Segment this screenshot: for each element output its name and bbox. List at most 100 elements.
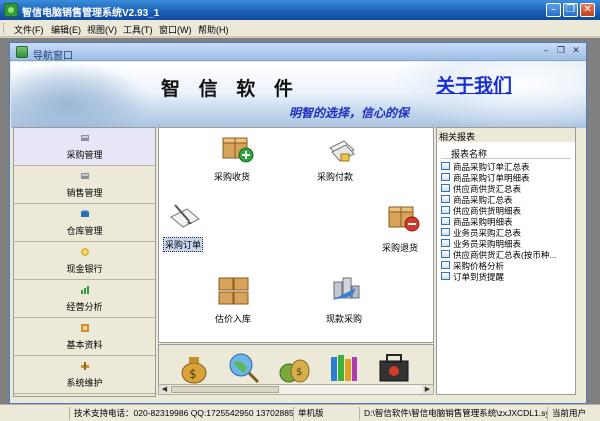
report-item[interactable]: 供应商供货汇总表 (441, 183, 575, 194)
money-bags-icon[interactable]: $ (277, 351, 311, 385)
navigation-window-icon (16, 46, 28, 58)
tile-label: 采购付款 (317, 172, 354, 182)
nav-item-maintenance[interactable]: 系统维护 (14, 356, 155, 394)
app-icon[interactable] (4, 3, 18, 17)
search-map-icon[interactable] (227, 351, 261, 385)
about-us-link[interactable]: 关于我们 (436, 71, 512, 98)
box-return-icon (388, 206, 420, 232)
nav-item-label: 经营分析 (66, 302, 103, 312)
child-restore-button[interactable]: ❐ (555, 46, 567, 58)
module-nav: 采购管理 销售管理 仓库管理 现金银行 经营分析 基本资料 系统维护 (13, 127, 156, 397)
report-item[interactable]: 业务员采购明细表 (441, 238, 575, 249)
report-item[interactable]: 业务员采购汇总表 (441, 227, 575, 238)
report-item[interactable]: 采购价格分析 (441, 260, 575, 271)
close-button[interactable]: ✕ (580, 3, 595, 17)
menu-help[interactable]: 帮助(H) (198, 23, 229, 36)
reports-column-header[interactable]: 报表名称 (441, 147, 571, 159)
scroll-left-icon[interactable]: ◀ (159, 385, 170, 394)
nav-item-purchase[interactable]: 采购管理 (14, 128, 155, 166)
menu-bar: 文件(F) 编辑(E) 视图(V) 工具(T) 窗口(W) 帮助(H) (0, 20, 600, 37)
payment-icon (329, 140, 355, 162)
tile-label: 采购退货 (382, 243, 419, 253)
nav-item-sales[interactable]: 销售管理 (14, 166, 155, 204)
nav-item-warehouse[interactable]: 仓库管理 (14, 204, 155, 242)
status-empty-cell (0, 407, 70, 420)
nav-item-basic-data[interactable]: 基本资料 (14, 318, 155, 356)
maintenance-icon (81, 362, 89, 370)
status-mode: 单机版 (296, 407, 360, 420)
stock-in-icon (218, 277, 249, 305)
books-icon[interactable] (327, 351, 361, 385)
svg-text:$: $ (189, 367, 197, 381)
status-bar: 技术支持电话：020-82319986 QQ:1725542950 137028… (0, 404, 600, 421)
status-support: 技术支持电话：020-82319986 QQ:1725542950 137028… (74, 407, 294, 420)
nav-item-label: 仓库管理 (66, 226, 103, 236)
report-item[interactable]: 商品采购汇总表 (441, 194, 575, 205)
toolbox-icon[interactable] (377, 351, 411, 385)
report-icon (441, 184, 450, 192)
svg-text:$: $ (296, 367, 302, 378)
navigation-window-title: 导航窗口 (33, 51, 73, 62)
tile-estimate-stock-in[interactable]: 估价入库 (211, 276, 261, 328)
minimize-button[interactable]: – (546, 3, 561, 17)
tile-label: 采购收货 (214, 172, 251, 182)
menu-edit[interactable]: 编辑(E) (51, 23, 81, 36)
warehouse-icon (81, 210, 89, 217)
menu-tools[interactable]: 工具(T) (123, 23, 153, 36)
report-icon (441, 206, 450, 214)
order-icon (170, 204, 200, 228)
tile-purchase-payment[interactable]: 采购付款 (317, 134, 367, 186)
brand-name: 智 信 软 件 (161, 78, 299, 100)
status-user: 当前用户 (552, 408, 587, 418)
navigation-window-titlebar: 导航窗口 – ❐ ✕ (10, 43, 586, 62)
child-close-button[interactable]: ✕ (570, 46, 582, 58)
nav-item-label: 现金银行 (66, 264, 103, 274)
scroll-right-icon[interactable]: ▶ (422, 385, 433, 394)
status-path: D:\智信软件\智信电脑销售管理系统\zxJXCDL1.sys (364, 407, 548, 420)
report-item[interactable]: 供应商供货明细表 (441, 205, 575, 216)
data-icon (81, 324, 89, 332)
cart-icon (81, 135, 89, 141)
report-item[interactable]: 供应商供货汇总表(按币种... (441, 249, 575, 260)
reports-panel-title: 相关报表 (437, 128, 575, 142)
analysis-icon (81, 286, 89, 294)
menu-grip (3, 23, 6, 34)
menu-window[interactable]: 窗口(W) (159, 23, 192, 36)
report-icon (441, 217, 450, 225)
money-bag-icon[interactable]: $ (177, 351, 211, 385)
bank-icon (81, 248, 89, 256)
sales-icon (81, 173, 89, 179)
box-add-icon (222, 137, 254, 163)
restore-button[interactable]: ❐ (563, 3, 578, 17)
menu-file[interactable]: 文件(F) (14, 23, 44, 36)
report-icon (441, 228, 450, 236)
report-icon (441, 261, 450, 269)
report-icon (441, 173, 450, 181)
tile-cash-purchase[interactable]: 现款采购 (324, 274, 374, 326)
scroll-thumb[interactable] (171, 386, 279, 393)
tile-purchase-order[interactable]: 采购订单 (163, 203, 211, 252)
report-item[interactable]: 商品采购明细表 (441, 216, 575, 227)
tile-label: 估价入库 (215, 314, 252, 324)
child-minimize-button[interactable]: – (540, 46, 552, 58)
related-reports-panel: 相关报表 报表名称 商品采购订单汇总表 商品采购订单明细表 供应商供货汇总表 商… (436, 127, 576, 395)
banner: 智 信 软 件 关于我们 明智的选择，信心的保 (11, 62, 586, 128)
nav-item-analysis[interactable]: 经营分析 (14, 280, 155, 318)
tile-purchase-return[interactable]: 采购退货 (382, 203, 432, 255)
report-icon (441, 195, 450, 203)
tile-label: 现款采购 (326, 314, 363, 324)
slogan: 明智的选择，信心的保 (289, 106, 410, 120)
report-item[interactable]: 商品采购订单汇总表 (441, 161, 575, 172)
nav-item-bank[interactable]: 现金银行 (14, 242, 155, 280)
cash-purchase-icon (332, 277, 360, 300)
report-item[interactable]: 订单到货提醒 (441, 271, 575, 282)
report-icon (441, 162, 450, 170)
shortcut-scrollbar[interactable]: ◀ ▶ (158, 384, 434, 395)
menu-view[interactable]: 视图(V) (87, 23, 117, 36)
nav-item-label: 销售管理 (66, 188, 103, 198)
report-icon (441, 239, 450, 247)
nav-item-label: 基本资料 (66, 340, 103, 350)
title-bar: 智信电脑销售管理系统V2.93_1 – ❐ ✕ (0, 0, 600, 20)
report-item[interactable]: 商品采购订单明细表 (441, 172, 575, 183)
tile-purchase-receive[interactable]: 采购收货 (214, 134, 264, 186)
